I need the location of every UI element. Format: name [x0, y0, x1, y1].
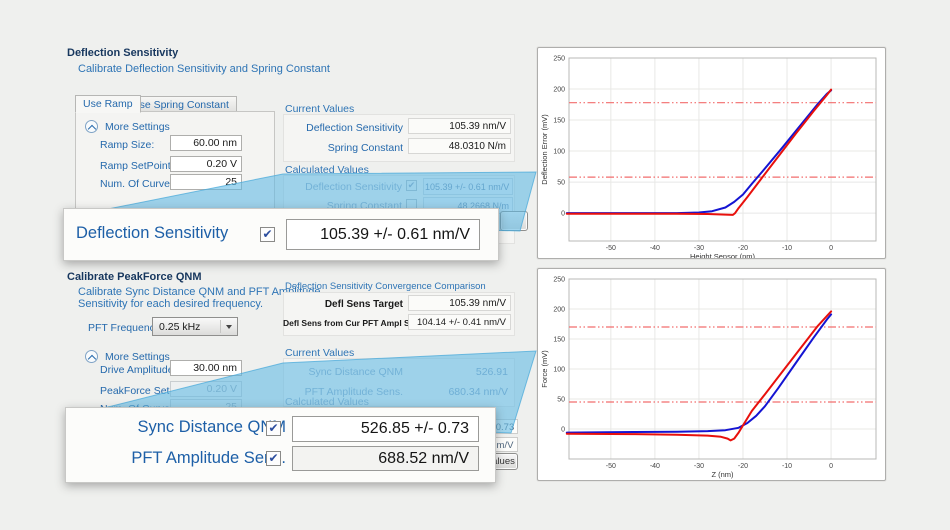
svg-text:150: 150 [553, 337, 565, 344]
svg-text:100: 100 [553, 149, 565, 156]
svg-text:Force (mV): Force (mV) [540, 350, 549, 388]
calibration-screen: Deflection Sensitivity Calibrate Deflect… [0, 0, 950, 530]
svg-text:-30: -30 [694, 245, 704, 252]
calc-defl-sens-checkbox[interactable] [406, 180, 417, 191]
svg-text:250: 250 [553, 277, 565, 284]
callout2-pft-ampl-label: PFT Amplitude Sens. [101, 449, 286, 468]
ramp-setpoint-label: Ramp SetPoint: [100, 160, 174, 172]
dropdown-separator [220, 320, 221, 333]
svg-text:100: 100 [553, 367, 565, 374]
svg-text:-50: -50 [606, 245, 616, 252]
svg-text:0: 0 [561, 427, 565, 434]
ramp-setpoint-input[interactable]: 0.20 V [170, 156, 242, 172]
svg-text:50: 50 [557, 397, 565, 404]
defl-sens-target-label: Defl Sens Target [283, 299, 403, 310]
chevron-up-icon [88, 354, 96, 362]
panel2-title: Calibrate PeakForce QNM [67, 271, 202, 283]
num-of-curves-label: Num. Of Curves: [100, 178, 178, 190]
dropdown-arrow-icon [226, 325, 232, 329]
drive-amplitude-label: Drive Amplitude: [100, 364, 176, 376]
chevron-up-icon [88, 124, 96, 132]
svg-text:0: 0 [829, 463, 833, 470]
callout2-pft-ampl-input[interactable]: 688.52 nm/V [292, 446, 479, 471]
callout2-sync-distance-label: Sync Distance QNM [101, 418, 286, 437]
peakforce-setpoint-input[interactable]: 0.20 V [170, 381, 242, 397]
num-of-curves-input[interactable]: 25 [170, 174, 242, 190]
svg-text:-10: -10 [782, 463, 792, 470]
svg-text:-40: -40 [650, 463, 660, 470]
svg-text:250: 250 [553, 56, 565, 63]
tab-use-ramp[interactable]: Use Ramp [75, 95, 141, 113]
svg-text:150: 150 [553, 118, 565, 125]
panel2-more-settings-label[interactable]: More Settings [105, 351, 170, 363]
sync-distance-qnm-value: 526.91 [408, 366, 508, 378]
sync-distance-qnm-label: Sync Distance QNM [283, 366, 403, 378]
panel1-subtitle: Calibrate Deflection Sensitivity and Spr… [78, 63, 330, 75]
collapse-more-settings2-icon[interactable] [85, 350, 98, 363]
pft-frequency-value: 0.25 kHz [159, 321, 200, 333]
svg-text:-50: -50 [606, 463, 616, 470]
callout1-label: Deflection Sensitivity [76, 224, 228, 243]
svg-text:-40: -40 [650, 245, 660, 252]
current-defl-sens-value: 105.39 nm/V [408, 118, 511, 134]
deflection-sensitivity-callout: Deflection Sensitivity 105.39 +/- 0.61 n… [63, 208, 499, 261]
ramp-size-input[interactable]: 60.00 nm [170, 135, 242, 151]
drive-amplitude-input[interactable]: 30.00 nm [170, 360, 242, 376]
panel1-title: Deflection Sensitivity [67, 47, 178, 59]
peakforce-qnm-callout: Sync Distance QNM 526.85 +/- 0.73 PFT Am… [65, 407, 496, 483]
defl-sens-from-cur-value: 104.14 +/- 0.41 nm/V [408, 314, 511, 330]
svg-text:-10: -10 [782, 245, 792, 252]
chart-deflection-error-vs-height-sensor: 0 50 100 150 200 250 -50 -40 -30 -20 -10 0 Height Se… [537, 47, 886, 259]
calc-defl-sens-value: 105.39 +/- 0.61 nm/V [423, 178, 513, 195]
pft-frequency-dropdown[interactable]: 0.25 kHz [152, 317, 238, 336]
svg-text:50: 50 [557, 180, 565, 187]
calc-defl-sens-label: Deflection Sensitivity [283, 181, 402, 193]
svg-text:0: 0 [829, 245, 833, 252]
ramp-size-label: Ramp Size: [100, 139, 154, 151]
panel2-subtitle-line2: Sensitivity for each desired frequency. [78, 298, 263, 310]
pft-amplitude-sens-value: 680.34 nm/V [408, 386, 508, 398]
svg-text:-20: -20 [738, 463, 748, 470]
collapse-more-settings-icon[interactable] [85, 120, 98, 133]
convergence-header: Deflection Sensitivity Convergence Compa… [285, 281, 486, 292]
svg-text:200: 200 [553, 87, 565, 94]
callout1-value-input[interactable]: 105.39 +/- 0.61 nm/V [286, 219, 480, 250]
svg-text:-30: -30 [694, 463, 704, 470]
callout2-sync-distance-input[interactable]: 526.85 +/- 0.73 [292, 416, 479, 442]
svg-text:Height Sensor (nm): Height Sensor (nm) [690, 252, 756, 258]
callout2-pft-ampl-checkbox[interactable] [266, 451, 281, 466]
panel1-hidden-button-fragment[interactable] [500, 211, 528, 231]
current-spring-constant-label: Spring Constant [283, 142, 403, 154]
svg-text:-20: -20 [738, 245, 748, 252]
defl-sens-target-value: 105.39 nm/V [408, 295, 511, 311]
svg-text:200: 200 [553, 307, 565, 314]
current-spring-constant-value: 48.0310 N/m [408, 138, 511, 154]
svg-text:Z (nm): Z (nm) [711, 470, 734, 479]
svg-text:0: 0 [561, 211, 565, 218]
defl-sens-from-cur-label: Defl Sens from Cur PFT Ampl Sens [283, 318, 403, 328]
svg-text:Deflection Error (mV): Deflection Error (mV) [540, 114, 549, 185]
chart-force-vs-z: 0 50 100 150 200 250 -50 -40 -30 -20 -10 0 Z (nm) For… [537, 268, 886, 481]
current-defl-sens-label: Deflection Sensitivity [283, 122, 403, 134]
panel1-more-settings-label[interactable]: More Settings [105, 121, 170, 133]
callout2-sync-distance-checkbox[interactable] [266, 421, 281, 436]
callout1-checkbox[interactable] [260, 227, 275, 242]
